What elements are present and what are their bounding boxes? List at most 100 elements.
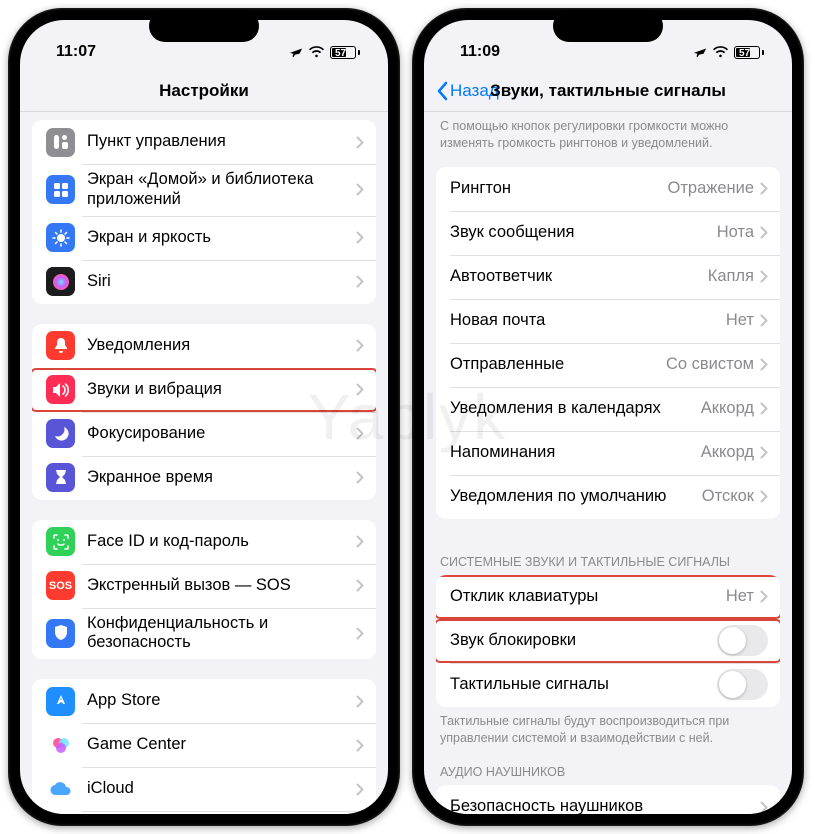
row-value: Капля <box>708 267 754 286</box>
screentime-icon <box>46 463 75 492</box>
headphones-row[interactable]: Безопасность наушников <box>436 785 780 814</box>
row-value: Аккорд <box>701 443 754 462</box>
sounds-group: РингтонОтражениеЗвук сообщенияНотаАвтоот… <box>436 167 780 519</box>
chevron-right-icon <box>760 314 768 327</box>
row-label: Конфиденциальность и безопасность <box>87 614 356 654</box>
settings-row[interactable]: Siri <box>32 260 376 304</box>
settings-row[interactable]: Wallet и Apple Pay <box>32 811 376 814</box>
back-label: Назад <box>450 81 499 101</box>
section-header: СИСТЕМНЫЕ ЗВУКИ И ТАКТИЛЬНЫЕ СИГНАЛЫ <box>424 539 792 575</box>
toggle-switch[interactable] <box>717 625 768 656</box>
gamecenter-icon <box>46 731 75 760</box>
row-label: Уведомления по умолчанию <box>450 487 702 507</box>
row-label: Звук сообщения <box>450 223 717 243</box>
chevron-right-icon <box>356 339 364 352</box>
siri-icon <box>46 267 75 296</box>
section-header: АУДИО НАУШНИКОВ <box>424 761 792 785</box>
settings-row[interactable]: Экранное время <box>32 456 376 500</box>
row-label: Уведомления <box>87 336 356 356</box>
sound-row[interactable]: ОтправленныеСо свистом <box>436 343 780 387</box>
row-label: Пункт управления <box>87 132 356 152</box>
row-label: Автоответчик <box>450 267 708 287</box>
settings-content[interactable]: Пункт управления Экран «Домой» и библиоте… <box>20 112 388 814</box>
nav-header: Настройки <box>20 70 388 112</box>
chevron-right-icon <box>356 579 364 592</box>
screen: 11:09 57 Назад Звуки, тактильные сигналы… <box>424 20 792 814</box>
dynamic-island <box>553 10 663 42</box>
row-label: Новая почта <box>450 311 726 331</box>
faceid-icon <box>46 527 75 556</box>
row-label: Экстренный вызов — SOS <box>87 576 356 596</box>
airplane-icon <box>289 45 303 59</box>
chevron-right-icon <box>760 446 768 459</box>
sound-row[interactable]: Новая почтаНет <box>436 299 780 343</box>
toggle-switch[interactable] <box>717 669 768 700</box>
chevron-left-icon <box>436 81 448 101</box>
chevron-right-icon <box>760 490 768 503</box>
chevron-right-icon <box>356 627 364 640</box>
settings-row[interactable]: iCloud <box>32 767 376 811</box>
row-label: Звуки и вибрация <box>87 380 356 400</box>
sounds-content[interactable]: С помощью кнопок регулировки громкости м… <box>424 112 792 814</box>
status-time: 11:09 <box>460 43 500 61</box>
chevron-right-icon <box>760 226 768 239</box>
sound-row[interactable]: Уведомления в календаряхАккорд <box>436 387 780 431</box>
sound-row[interactable]: АвтоответчикКапля <box>436 255 780 299</box>
chevron-right-icon <box>760 590 768 603</box>
row-value: Нота <box>717 223 754 242</box>
wifi-icon <box>308 46 325 58</box>
settings-row[interactable]: Уведомления <box>32 324 376 368</box>
phone-left: 11:07 57 Настройки Пункт управленияЭкран… <box>8 8 400 826</box>
focus-icon <box>46 419 75 448</box>
chevron-right-icon <box>356 535 364 548</box>
chevron-right-icon <box>760 801 768 814</box>
settings-row[interactable]: Конфиденциальность и безопасность <box>32 608 376 660</box>
sound-row[interactable]: Уведомления по умолчаниюОтскок <box>436 475 780 519</box>
settings-row[interactable]: Пункт управления <box>32 120 376 164</box>
row-label: Экранное время <box>87 468 356 488</box>
chevron-right-icon <box>356 695 364 708</box>
chevron-right-icon <box>356 471 364 484</box>
system-row[interactable]: Звук блокировки <box>436 619 780 663</box>
row-label: Звук блокировки <box>450 631 717 651</box>
row-value: Нет <box>726 311 754 330</box>
control-center-icon <box>46 128 75 157</box>
settings-row[interactable]: App Store <box>32 679 376 723</box>
system-row[interactable]: Тактильные сигналы <box>436 663 780 707</box>
appstore-icon <box>46 687 75 716</box>
row-label: Экран и яркость <box>87 228 356 248</box>
sos-icon: SOS <box>46 571 75 600</box>
row-label: App Store <box>87 691 356 711</box>
battery-text: 57 <box>739 47 750 60</box>
back-button[interactable]: Назад <box>436 81 499 101</box>
sound-row[interactable]: РингтонОтражение <box>436 167 780 211</box>
settings-row[interactable]: Экран и яркость <box>32 216 376 260</box>
sound-icon <box>46 375 75 404</box>
settings-row[interactable]: SOS Экстренный вызов — SOS <box>32 564 376 608</box>
status-right: 57 <box>289 45 360 59</box>
settings-group: Face ID и код-пароль SOS Экстренный вызов … <box>32 520 376 660</box>
row-label: iCloud <box>87 779 356 799</box>
home-screen-icon <box>46 175 75 204</box>
footer-text: Тактильные сигналы будут воспроизводитьс… <box>424 707 792 762</box>
battery-icon: 57 <box>734 46 764 59</box>
bell-icon <box>46 331 75 360</box>
settings-row[interactable]: Экран «Домой» и библиотека приложений <box>32 164 376 216</box>
chevron-right-icon <box>760 358 768 371</box>
battery-icon: 57 <box>330 46 360 59</box>
settings-group: Уведомления Звуки и вибрация Фокусирование… <box>32 324 376 500</box>
settings-row[interactable]: Фокусирование <box>32 412 376 456</box>
row-label: Рингтон <box>450 179 668 199</box>
sound-row[interactable]: НапоминанияАккорд <box>436 431 780 475</box>
settings-row[interactable]: Звуки и вибрация <box>32 368 376 412</box>
chevron-right-icon <box>356 275 364 288</box>
chevron-right-icon <box>356 427 364 440</box>
headphones-group: Безопасность наушниковПерсональное прост… <box>436 785 780 814</box>
page-title: Настройки <box>20 81 388 101</box>
sound-row[interactable]: Звук сообщенияНота <box>436 211 780 255</box>
system-row[interactable]: Отклик клавиатурыНет <box>436 575 780 619</box>
settings-row[interactable]: Game Center <box>32 723 376 767</box>
status-right: 57 <box>693 45 764 59</box>
settings-row[interactable]: Face ID и код-пароль <box>32 520 376 564</box>
chevron-right-icon <box>760 270 768 283</box>
